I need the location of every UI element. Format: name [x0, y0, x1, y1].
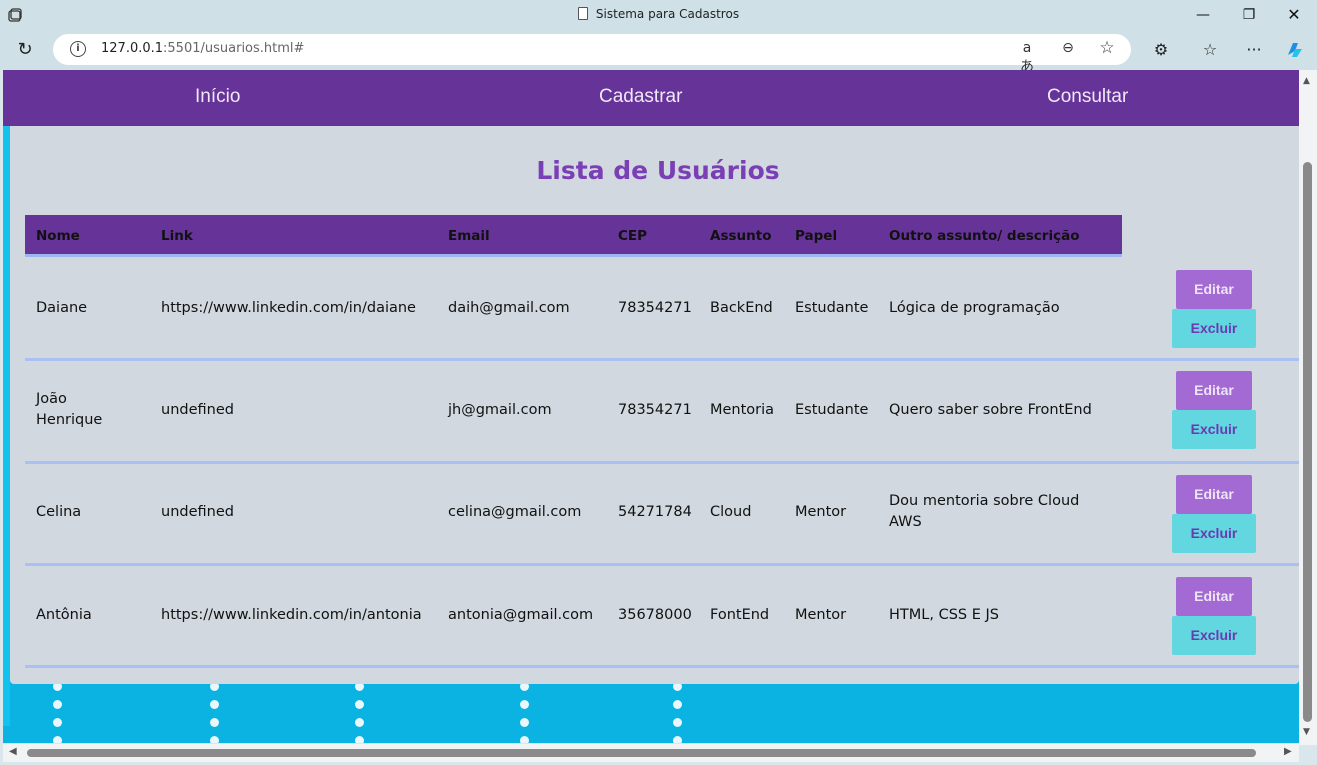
- favorite-star-icon[interactable]: ☆: [1097, 38, 1117, 58]
- decorative-dots: [53, 682, 63, 743]
- cell-assunto: Mentoria: [710, 402, 775, 418]
- column-header-email: Email: [448, 228, 490, 244]
- document-icon: [577, 7, 588, 20]
- cell-nome: Antônia: [36, 607, 92, 623]
- table-row: João Henrique undefined jh@gmail.com 783…: [25, 361, 1299, 464]
- decorative-dots: [520, 682, 530, 743]
- cell-link: https://www.linkedin.com/in/antonia: [161, 607, 422, 623]
- minimize-button[interactable]: —: [1180, 0, 1226, 30]
- window-title: Sistema para Cadastros: [0, 7, 1317, 21]
- scroll-up-arrow-icon[interactable]: ▲: [1303, 76, 1310, 86]
- cell-email: celina@gmail.com: [448, 504, 582, 520]
- more-menu-icon[interactable]: ···: [1243, 39, 1265, 61]
- delete-button[interactable]: Excluir: [1172, 410, 1256, 449]
- cell-nome: João Henrique: [36, 391, 103, 428]
- vertical-scrollbar[interactable]: ▲ ▼: [1299, 70, 1317, 745]
- url-host: 127.0.0.1: [101, 41, 164, 56]
- scroll-left-arrow-icon[interactable]: ◀: [9, 746, 17, 757]
- column-header-nome: Nome: [36, 228, 80, 244]
- cell-outro: HTML, CSS E JS: [889, 607, 999, 623]
- cell-link: undefined: [161, 402, 234, 418]
- favorites-icon[interactable]: ☆: [1199, 39, 1221, 61]
- cell-cep: 78354271: [618, 300, 692, 316]
- site-info-icon[interactable]: i: [70, 41, 86, 57]
- cell-email: daih@gmail.com: [448, 300, 570, 316]
- cell-outro: Dou mentoria sobre Cloud AWS: [889, 493, 1080, 530]
- page-title: Lista de Usuários: [536, 156, 780, 185]
- edit-button[interactable]: Editar: [1176, 371, 1252, 410]
- column-header-outro: Outro assunto/ descrição: [889, 228, 1080, 244]
- horizontal-scrollbar[interactable]: ◀ ▶: [3, 744, 1299, 762]
- page-viewport: Início Cadastrar Consultar Lista de Usuá…: [3, 70, 1299, 743]
- url-path: :5501/usuarios.html#: [163, 41, 305, 56]
- table-row: Celina undefined celina@gmail.com 542717…: [25, 463, 1299, 566]
- cell-link: https://www.linkedin.com/in/daiane: [161, 300, 416, 316]
- close-button[interactable]: ✕: [1271, 0, 1317, 30]
- edit-button[interactable]: Editar: [1176, 577, 1252, 616]
- column-header-cep: CEP: [618, 228, 648, 244]
- vertical-scroll-thumb[interactable]: [1303, 162, 1312, 722]
- cell-assunto: Cloud: [710, 504, 752, 520]
- decorative-dots: [355, 682, 365, 743]
- cell-email: antonia@gmail.com: [448, 607, 594, 623]
- cell-assunto: BackEnd: [710, 300, 773, 316]
- table-row: Daiane https://www.linkedin.com/in/daian…: [25, 258, 1299, 361]
- edit-button[interactable]: Editar: [1176, 270, 1252, 309]
- column-header-papel: Papel: [795, 228, 838, 244]
- restore-button[interactable]: ❐: [1226, 0, 1272, 30]
- delete-button[interactable]: Excluir: [1172, 616, 1256, 655]
- table-row: Antônia https://www.linkedin.com/in/anto…: [25, 565, 1299, 668]
- cell-link: undefined: [161, 504, 234, 520]
- title-bar: Sistema para Cadastros — ❐ ✕: [0, 0, 1317, 30]
- zoom-icon[interactable]: ⊖: [1058, 40, 1078, 56]
- copilot-icon[interactable]: [1284, 39, 1306, 61]
- cell-cep: 35678000: [618, 607, 692, 623]
- cell-papel: Mentor: [795, 607, 847, 623]
- scroll-down-arrow-icon[interactable]: ▼: [1303, 727, 1310, 737]
- nav-link-cadastrar[interactable]: Cadastrar: [599, 86, 682, 108]
- cell-email: jh@gmail.com: [448, 402, 552, 418]
- url-text[interactable]: 127.0.0.1:5501/usuarios.html#: [101, 41, 304, 56]
- cell-cep: 54271784: [618, 504, 692, 520]
- delete-button[interactable]: Excluir: [1172, 514, 1256, 553]
- cell-nome: Celina: [36, 504, 82, 520]
- reload-icon[interactable]: ↻: [14, 39, 36, 61]
- left-accent-stripe: [3, 126, 10, 726]
- cell-cep: 78354271: [618, 402, 692, 418]
- nav-link-consultar[interactable]: Consultar: [1047, 86, 1128, 108]
- horizontal-scroll-thumb[interactable]: [27, 749, 1256, 757]
- cell-papel: Estudante: [795, 402, 869, 418]
- decorative-dots: [210, 682, 220, 743]
- cell-papel: Estudante: [795, 300, 869, 316]
- delete-button[interactable]: Excluir: [1172, 309, 1256, 348]
- scroll-right-arrow-icon[interactable]: ▶: [1284, 746, 1292, 757]
- top-navbar: Início Cadastrar Consultar: [3, 70, 1299, 126]
- edit-button[interactable]: Editar: [1176, 475, 1252, 514]
- cell-papel: Mentor: [795, 504, 847, 520]
- address-bar[interactable]: i 127.0.0.1:5501/usuarios.html# aあ ⊖ ☆: [53, 34, 1131, 75]
- cell-outro: Quero saber sobre FrontEnd: [889, 402, 1092, 418]
- address-row: ↻ i 127.0.0.1:5501/usuarios.html# aあ ⊖ ☆…: [0, 30, 1317, 75]
- decorative-dots: [673, 682, 683, 743]
- column-header-assunto: Assunto: [710, 228, 772, 244]
- extensions-icon[interactable]: ⚙: [1150, 39, 1172, 61]
- column-header-link: Link: [161, 228, 193, 244]
- nav-link-inicio[interactable]: Início: [195, 86, 240, 108]
- table-header: Nome Link Email CEP Assunto Papel Outro …: [25, 215, 1122, 257]
- cell-outro: Lógica de programação: [889, 300, 1060, 316]
- cell-nome: Daiane: [36, 300, 88, 316]
- cell-assunto: FontEnd: [710, 607, 770, 623]
- window-title-text: Sistema para Cadastros: [595, 7, 740, 21]
